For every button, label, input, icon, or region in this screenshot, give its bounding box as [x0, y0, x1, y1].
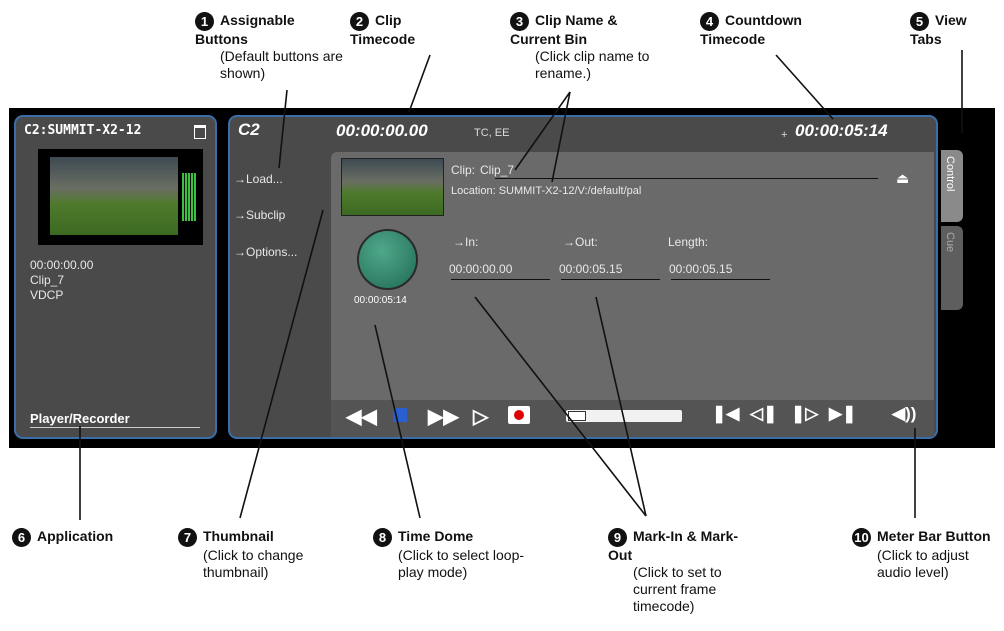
leader-lines — [79, 50, 963, 520]
